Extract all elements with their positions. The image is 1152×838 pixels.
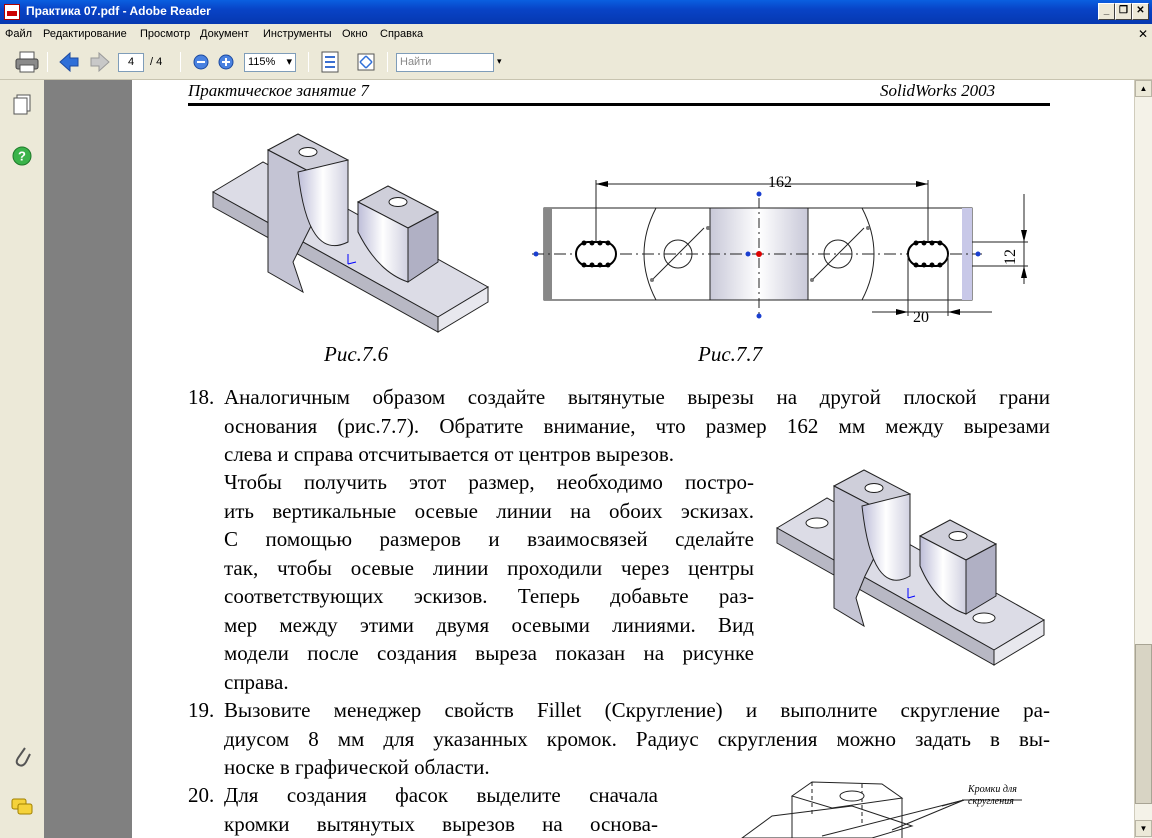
header-rule [188, 103, 1050, 106]
item-19-number: 19. [188, 698, 215, 722]
item-20-text: Для создания фасок выделите сначала кром… [224, 783, 658, 836]
window-title: Практика 07.pdf - Adobe Reader [26, 4, 211, 18]
menu-edit[interactable]: Редактирование [43, 28, 127, 40]
print-icon[interactable] [14, 50, 40, 74]
figure-7-6-caption: Рис.7.6 [324, 342, 389, 366]
fit-width-icon[interactable] [355, 51, 377, 73]
menu-help[interactable]: Справка [380, 28, 423, 40]
figure-7-6-part-drawing [212, 133, 489, 333]
next-page-icon[interactable] [89, 52, 111, 72]
item-18-text: Аналогичным образом создайте вытянутые в… [224, 385, 1050, 466]
scroll-up-icon[interactable]: ▲ [1135, 80, 1152, 97]
menu-file[interactable]: Файл [5, 28, 32, 40]
pages-icon[interactable] [12, 94, 32, 116]
zoom-in-icon[interactable] [218, 54, 234, 70]
figure-7-7-caption: Рис.7.7 [698, 342, 763, 366]
dimension-162: 162 [768, 174, 792, 191]
document-close-icon[interactable]: ✕ [1138, 27, 1148, 41]
item-20-number: 20. [188, 783, 215, 807]
search-input[interactable]: Найти [396, 53, 494, 72]
comments-icon[interactable] [10, 796, 34, 818]
page-header-right: SolidWorks 2003 [880, 81, 996, 100]
pdf-file-icon [4, 4, 20, 20]
zoom-out-icon[interactable] [193, 54, 209, 70]
help-icon[interactable]: ? [12, 146, 32, 166]
zoom-level-select[interactable]: 115% ▾ [244, 53, 296, 72]
pdf-page: Практическое занятие 7 SolidWorks 2003 Р… [132, 80, 1136, 838]
search-options-icon[interactable]: ▾ [497, 56, 502, 67]
svg-text:?: ? [18, 149, 26, 164]
dimension-12: 12 [1002, 249, 1019, 265]
part-after-cut-drawing [776, 469, 1045, 666]
page-number-input[interactable]: 4 [118, 53, 144, 72]
menu-document[interactable]: Документ [200, 28, 249, 40]
scrollbar-thumb[interactable] [1135, 644, 1152, 804]
left-navigation-panel: ? [0, 80, 44, 838]
page-total: / 4 [150, 56, 163, 68]
scroll-down-icon[interactable]: ▼ [1135, 820, 1152, 837]
title-bar: Практика 07.pdf - Adobe Reader _ ❐ ✕ [0, 0, 1152, 24]
restore-button[interactable]: ❐ [1115, 3, 1132, 20]
close-button[interactable]: ✕ [1132, 3, 1149, 20]
page-header-left: Практическое занятие 7 [188, 81, 369, 100]
fit-page-icon[interactable] [320, 51, 340, 73]
menu-tools[interactable]: Инструменты [263, 28, 332, 40]
vertical-scrollbar[interactable]: ▲ ▼ [1134, 80, 1152, 838]
menu-window[interactable]: Окно [342, 28, 368, 40]
item-18-text-continued: Чтобы получить этот размер, необходимо п… [224, 470, 754, 694]
item-18-number: 18. [188, 385, 215, 409]
chevron-down-icon: ▾ [286, 56, 292, 68]
dimension-20: 20 [913, 309, 929, 326]
menu-view[interactable]: Просмотр [140, 28, 190, 40]
previous-page-icon[interactable] [58, 52, 80, 72]
toolbar: 4 / 4 115% ▾ Найти ▾ [0, 44, 1152, 80]
menu-bar: Файл Редактирование Просмотр Документ Ин… [0, 24, 1152, 44]
document-viewport: Практическое занятие 7 SolidWorks 2003 Р… [44, 80, 1136, 838]
attachments-icon[interactable] [12, 744, 32, 768]
fillet-edges-callout: Кромки для скругления [968, 784, 1017, 807]
figure-7-7-sketch-drawing [532, 180, 1028, 319]
minimize-button[interactable]: _ [1098, 3, 1115, 20]
